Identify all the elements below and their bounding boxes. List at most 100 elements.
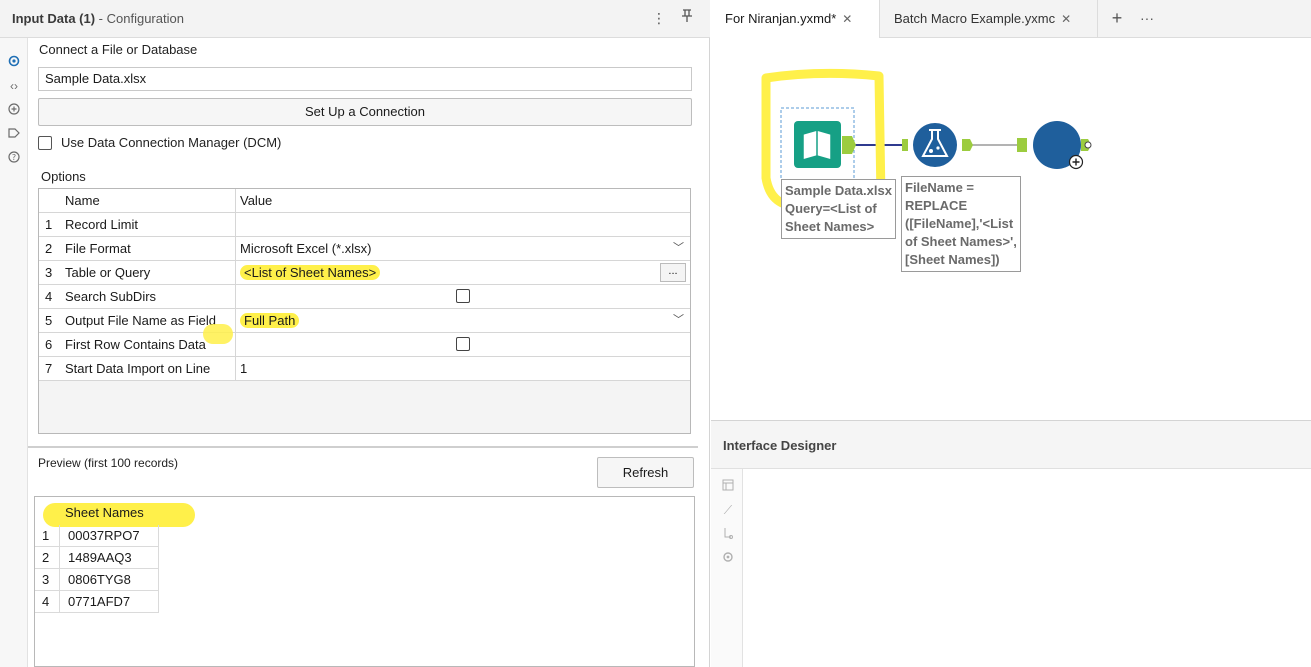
option-row-first-row-contains-data[interactable]: 6 First Row Contains Data xyxy=(39,333,690,357)
panel-splitter[interactable] xyxy=(28,446,698,448)
tab-for-niranjan[interactable]: For Niranjan.yxmd* ✕ xyxy=(711,0,880,38)
tab-label: For Niranjan.yxmd* xyxy=(725,11,837,26)
interface-designer-title: Interface Designer xyxy=(723,438,837,453)
output-file-name-value: Full Path xyxy=(240,313,300,328)
sheet-name-cell[interactable]: 0806TYG8 xyxy=(59,569,159,591)
start-import-line-input[interactable]: 1 xyxy=(235,357,690,380)
grid-header-row: Name Value xyxy=(39,189,690,213)
help-icon[interactable]: ? xyxy=(6,150,22,166)
table-or-query-input[interactable]: <List of Sheet Names> ... xyxy=(235,261,690,284)
file-format-select[interactable]: Microsoft Excel (*.xlsx) ﹀ xyxy=(235,237,690,260)
preview-label: Preview (first 100 records) xyxy=(38,456,179,470)
option-name: Table or Query xyxy=(65,265,151,280)
record-limit-input[interactable] xyxy=(235,213,690,236)
option-row-file-format[interactable]: 2 File Format Microsoft Excel (*.xlsx) ﹀ xyxy=(39,237,690,261)
connect-label: Connect a File or Database xyxy=(39,42,198,57)
input-tool-caption: Sample Data.xlsx Query=<List of Sheet Na… xyxy=(781,179,896,239)
file-format-value: Microsoft Excel (*.xlsx) xyxy=(240,241,372,256)
chevron-down-icon[interactable]: ﹀ xyxy=(673,309,684,332)
row-number: 1 xyxy=(45,217,53,232)
sheet-name-cell[interactable]: 00037RPO7 xyxy=(59,525,159,547)
row-number: 1 xyxy=(42,528,50,543)
dcm-label: Use Data Connection Manager (DCM) xyxy=(61,135,282,150)
input-anchor-icon xyxy=(1017,138,1027,152)
preview-header: Sheet Names xyxy=(35,497,195,521)
grid-header-name: Name xyxy=(65,193,100,208)
sheet-name-cell[interactable]: 0771AFD7 xyxy=(59,591,159,613)
option-row-output-file-name[interactable]: 5 Output File Name as Field Full Path ﹀ xyxy=(39,309,690,333)
more-tabs-icon[interactable]: ··· xyxy=(1131,0,1163,38)
search-subdirs-checkbox[interactable] xyxy=(456,289,470,303)
config-side-rail: ‹› ? xyxy=(0,38,28,667)
row-number: 3 xyxy=(45,265,53,280)
row-number: 4 xyxy=(42,594,50,609)
output-anchor-icon xyxy=(962,139,973,151)
table-or-query-value: <List of Sheet Names> xyxy=(240,265,381,280)
input-anchor-icon xyxy=(902,139,908,151)
row-number: 5 xyxy=(45,313,53,328)
option-name: Search SubDirs xyxy=(65,289,157,304)
refresh-button[interactable]: Refresh xyxy=(597,457,694,488)
preview-table: Sheet Names 1 00037RPO7 2 1489AAQ3 3 080… xyxy=(34,496,695,667)
workflow-tab-bar: For Niranjan.yxmd* ✕ Batch Macro Example.… xyxy=(711,0,1311,38)
config-title-text: Input Data (1) xyxy=(12,11,96,26)
tab-batch-macro-example[interactable]: Batch Macro Example.yxmc ✕ xyxy=(880,0,1098,38)
option-name: Start Data Import on Line xyxy=(65,361,211,376)
interface-designer-rail: ⟋ xyxy=(711,469,743,667)
config-header: Input Data (1) - Configuration ⋮ xyxy=(0,0,710,38)
wand-icon[interactable]: ⟋ xyxy=(721,503,735,517)
preview-column-header[interactable]: Sheet Names xyxy=(65,505,144,520)
row-number: 4 xyxy=(45,289,53,304)
interface-designer-header: Interface Designer xyxy=(711,421,1311,469)
pin-icon[interactable] xyxy=(678,9,696,27)
option-name: File Format xyxy=(65,241,131,256)
option-row-record-limit[interactable]: 1 Record Limit xyxy=(39,213,690,237)
new-tab-icon[interactable]: + xyxy=(1101,0,1133,38)
tab-label: Batch Macro Example.yxmc xyxy=(894,11,1056,26)
code-view-icon[interactable]: ‹› xyxy=(6,78,22,94)
config-title: Input Data (1) - Configuration xyxy=(12,11,184,26)
table-row[interactable]: 4 0771AFD7 xyxy=(35,591,159,613)
table-row[interactable]: 2 1489AAQ3 xyxy=(35,547,159,569)
row-number: 2 xyxy=(42,550,50,565)
search-subdirs-cell xyxy=(235,285,690,308)
config-subtitle: - Configuration xyxy=(95,11,184,26)
browse-query-button[interactable]: ... xyxy=(660,263,686,282)
row-number: 2 xyxy=(45,241,53,256)
interface-designer-panel: Interface Designer ⟋ xyxy=(711,420,1311,667)
option-name: Record Limit xyxy=(65,217,138,232)
row-number: 6 xyxy=(45,337,53,352)
output-file-name-select[interactable]: Full Path ﹀ xyxy=(235,309,690,332)
close-icon[interactable]: ✕ xyxy=(842,12,852,26)
options-label: Options xyxy=(41,169,86,184)
workflow-canvas[interactable]: Sample Data.xlsx Query=<List of Sheet Na… xyxy=(711,38,1311,420)
highlight-mark xyxy=(203,324,233,344)
grid-header-value: Value xyxy=(235,189,690,212)
table-row[interactable]: 1 00037RPO7 xyxy=(35,525,159,547)
set-up-connection-button[interactable]: Set Up a Connection xyxy=(38,98,692,126)
first-row-contains-data-checkbox[interactable] xyxy=(456,337,470,351)
formula-tool-caption: FileName = REPLACE ([FileName],'<List of… xyxy=(901,176,1021,272)
sheet-name-cell[interactable]: 1489AAQ3 xyxy=(59,547,159,569)
option-name-text: Output File Name as Field xyxy=(65,313,217,328)
option-row-start-import-line[interactable]: 7 Start Data Import on Line 1 xyxy=(39,357,690,381)
dcm-checkbox[interactable] xyxy=(38,136,52,150)
chevron-down-icon[interactable]: ﹀ xyxy=(673,237,684,260)
close-icon[interactable]: ✕ xyxy=(1061,12,1071,26)
more-options-icon[interactable]: ⋮ xyxy=(650,9,668,27)
file-path-field[interactable]: Sample Data.xlsx xyxy=(38,67,692,91)
tree-icon[interactable] xyxy=(721,527,735,541)
option-row-search-subdirs[interactable]: 4 Search SubDirs xyxy=(39,285,690,309)
options-grid: Name Value 1 Record Limit 2 File Format … xyxy=(38,188,691,434)
table-row[interactable]: 3 0806TYG8 xyxy=(35,569,159,591)
gear-icon[interactable] xyxy=(721,551,735,565)
configuration-panel: Input Data (1) - Configuration ⋮ ‹› ? Co… xyxy=(0,0,710,667)
tag-icon[interactable] xyxy=(6,126,22,142)
annotation-icon[interactable] xyxy=(6,102,22,118)
svg-text:?: ? xyxy=(12,153,16,162)
layout-icon[interactable] xyxy=(721,479,735,493)
option-row-table-or-query[interactable]: 3 Table or Query <List of Sheet Names> .… xyxy=(39,261,690,285)
row-number: 7 xyxy=(45,361,53,376)
configuration-gear-icon[interactable] xyxy=(6,54,22,70)
first-row-contains-data-cell xyxy=(235,333,690,356)
